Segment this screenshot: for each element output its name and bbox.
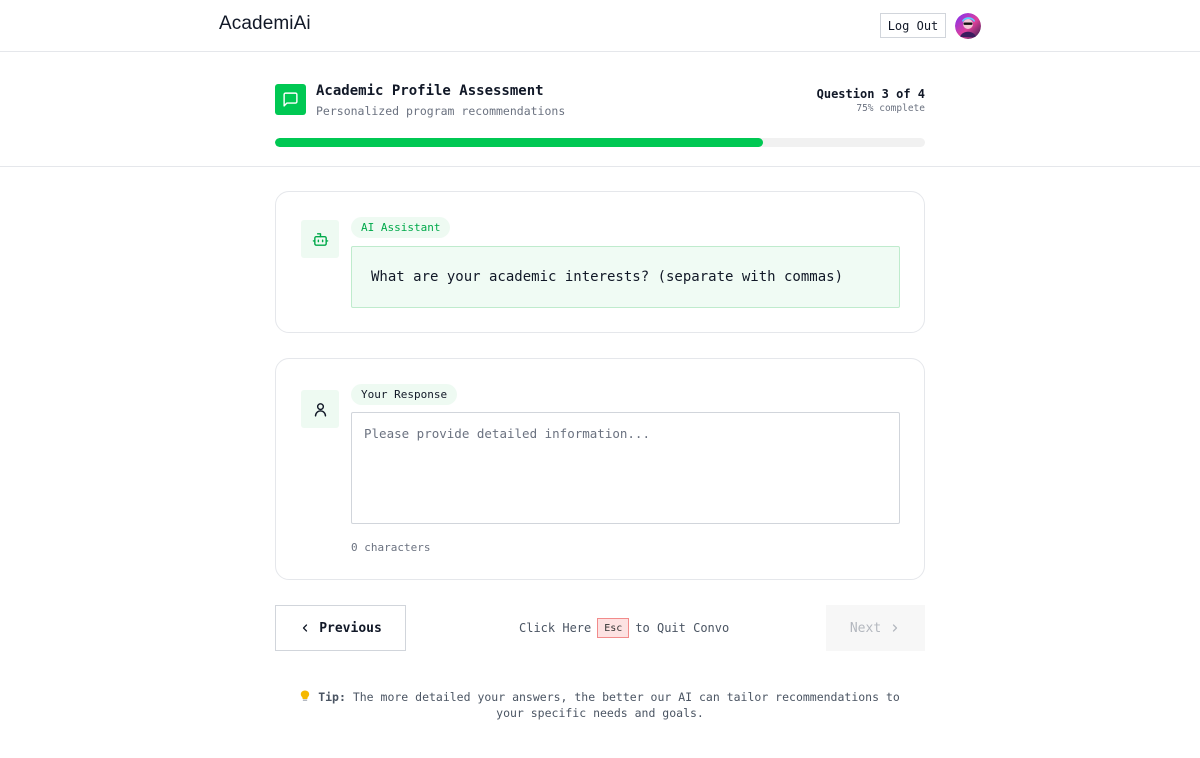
previous-button-label: Previous [319, 620, 382, 636]
progress-bar [275, 138, 925, 147]
your-response-badge: Your Response [351, 384, 458, 405]
brand-logo[interactable]: AcademiAi [219, 13, 311, 35]
tip-text: Tip: The more detailed your answers, the… [300, 689, 900, 721]
chevron-left-icon [303, 624, 308, 632]
quit-prefix: Click Here [519, 621, 592, 635]
user-avatar[interactable] [955, 13, 981, 39]
response-card: Your Response 0 characters [275, 358, 925, 580]
response-input[interactable] [351, 412, 900, 524]
bot-icon [301, 220, 339, 258]
esc-key-badge[interactable]: Esc [597, 618, 630, 638]
ai-question-card: AI Assistant What are your academic inte… [275, 191, 925, 333]
question-text: What are your academic interests? (separ… [351, 246, 900, 308]
message-square-icon [275, 84, 306, 115]
logout-button[interactable]: Log Out [880, 13, 946, 38]
tip-body: The more detailed your answers, the bett… [352, 690, 900, 720]
previous-button[interactable]: Previous [275, 605, 406, 651]
assessment-header: Academic Profile Assessment Personalized… [0, 52, 1200, 167]
user-icon [301, 390, 339, 428]
quit-suffix: to Quit Convo [635, 621, 730, 635]
progress-bar-fill [275, 138, 763, 147]
percent-complete: 75% complete [856, 103, 925, 114]
quit-hint[interactable]: Click Here Esc to Quit Convo [519, 618, 729, 638]
page-subtitle: Personalized program recommendations [316, 104, 566, 118]
ai-assistant-badge: AI Assistant [351, 217, 451, 238]
next-button-label: Next [849, 620, 882, 636]
next-button[interactable]: Next [826, 605, 925, 651]
avatar-image [955, 13, 981, 39]
tip-label: Tip: [318, 690, 346, 704]
chevron-right-icon [893, 624, 898, 632]
page-title: Academic Profile Assessment [316, 83, 544, 99]
character-count: 0 characters [351, 541, 431, 554]
question-counter: Question 3 of 4 [816, 87, 925, 101]
lightbulb-icon [300, 689, 310, 705]
top-nav: AcademiAi Log Out [0, 0, 1200, 52]
